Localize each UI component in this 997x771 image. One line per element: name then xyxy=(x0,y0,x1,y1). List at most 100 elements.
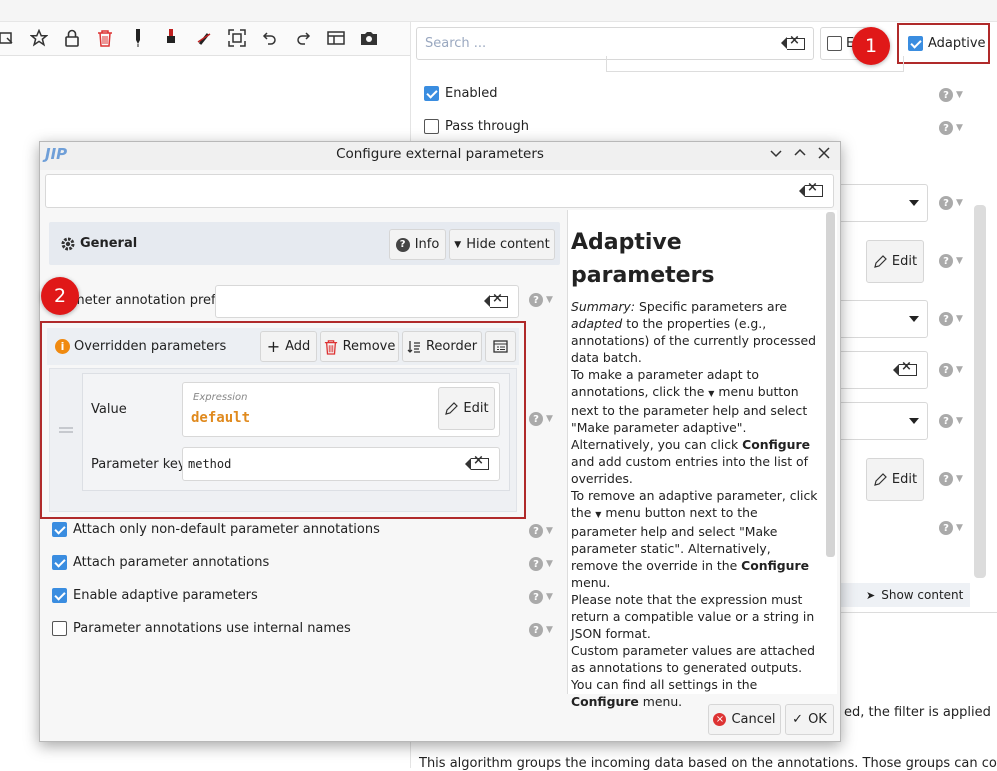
e-checkbox-box[interactable] xyxy=(827,36,842,51)
help-icon: ? xyxy=(529,293,543,307)
drag-handle-icon[interactable] xyxy=(59,427,73,433)
fit-icon[interactable] xyxy=(225,26,249,50)
redo-icon[interactable] xyxy=(291,26,315,50)
right-help-6[interactable]: ? ▼ xyxy=(939,472,963,486)
adaptive-label: Adaptive xyxy=(928,36,986,51)
edit-label: Edit xyxy=(891,254,918,269)
minimize-icon[interactable] xyxy=(770,147,782,159)
general-label: General xyxy=(80,236,138,251)
trash-icon xyxy=(324,339,337,355)
enabled-row[interactable]: Enabled xyxy=(424,86,498,101)
enable-adaptive-row[interactable]: Enable adaptive parameters xyxy=(52,588,258,603)
internal-names-checkbox[interactable] xyxy=(52,621,67,636)
select-icon[interactable] xyxy=(0,26,18,50)
warning-icon: i xyxy=(55,339,70,354)
override-help[interactable]: ? ▼ xyxy=(529,412,553,426)
help-scrollbar[interactable] xyxy=(826,212,835,557)
dialog-search-input[interactable] xyxy=(45,174,834,208)
right-edit-button-1[interactable]: Edit xyxy=(866,240,924,283)
clear-field-icon[interactable] xyxy=(893,359,917,376)
help-icon: ? xyxy=(939,254,953,268)
enable-adaptive-checkbox[interactable] xyxy=(52,588,67,603)
remove-button[interactable]: Remove xyxy=(320,331,399,362)
cb4-help[interactable]: ? ▼ xyxy=(529,623,553,637)
pass-through-row[interactable]: Pass through xyxy=(424,119,529,134)
help-icon: ? xyxy=(939,88,953,102)
lock-icon[interactable] xyxy=(60,26,84,50)
clear-search-icon[interactable] xyxy=(781,33,805,50)
pen-icon[interactable] xyxy=(126,26,150,50)
ok-button[interactable]: ✓ OK xyxy=(785,704,834,735)
param-key-input[interactable]: method xyxy=(182,447,500,481)
clear-param-key-icon[interactable] xyxy=(465,453,489,470)
pass-through-help[interactable]: ? ▼ xyxy=(939,121,963,135)
overridden-label: Overridden parameters xyxy=(74,339,227,354)
remove-label: Remove xyxy=(342,339,396,354)
attach-non-default-checkbox[interactable] xyxy=(52,522,67,537)
right-edit-button-2[interactable]: Edit xyxy=(866,458,924,501)
right-text-field[interactable] xyxy=(830,351,928,389)
right-help-3[interactable]: ? ▼ xyxy=(939,312,963,326)
adaptive-checkbox[interactable] xyxy=(908,36,923,51)
partial-field xyxy=(606,56,904,72)
right-help-5[interactable]: ? ▼ xyxy=(939,414,963,428)
help-icon: ? xyxy=(529,524,543,538)
attach-non-default-row[interactable]: Attach only non-default parameter annota… xyxy=(52,522,380,537)
undo-icon[interactable] xyxy=(258,26,282,50)
pencil-icon xyxy=(445,401,459,415)
close-icon[interactable] xyxy=(818,147,830,159)
right-dropdown-3[interactable] xyxy=(830,402,928,440)
right-help-1[interactable]: ? ▼ xyxy=(939,196,963,210)
maximize-icon[interactable] xyxy=(794,147,806,159)
camera-icon[interactable] xyxy=(357,26,381,50)
clear-dialog-search-icon[interactable] xyxy=(799,180,823,197)
expression-value: default xyxy=(191,410,251,426)
star-icon[interactable] xyxy=(27,26,51,50)
hide-content-label: Hide content xyxy=(466,237,550,252)
right-help-4[interactable]: ? ▼ xyxy=(939,363,963,377)
attach-annotations-checkbox[interactable] xyxy=(52,555,67,570)
chevron-down-icon: ▼ xyxy=(546,559,553,569)
cb2-help[interactable]: ? ▼ xyxy=(529,557,553,571)
hide-content-button[interactable]: ▼ Hide content xyxy=(449,229,555,260)
list-view-button[interactable] xyxy=(485,331,516,362)
chevron-down-icon: ▼ xyxy=(956,474,963,484)
erase-icon[interactable] xyxy=(192,26,216,50)
trash-icon[interactable] xyxy=(93,26,117,50)
info-button[interactable]: ? Info xyxy=(389,229,446,260)
cancel-icon: × xyxy=(713,713,727,726)
right-scrollbar[interactable] xyxy=(974,205,986,578)
chevron-down-icon: ▼ xyxy=(956,523,963,533)
prefix-input[interactable] xyxy=(215,285,519,318)
show-content-bar[interactable]: ➤ Show content xyxy=(836,583,970,607)
help-text: menu. xyxy=(571,575,611,590)
cb3-help[interactable]: ? ▼ xyxy=(529,590,553,604)
cancel-label: Cancel xyxy=(731,712,776,727)
cancel-button[interactable]: × Cancel xyxy=(708,704,781,735)
clear-prefix-icon[interactable] xyxy=(484,291,508,308)
chevron-down-icon: ▼ xyxy=(956,198,963,208)
prefix-help[interactable]: ? ▼ xyxy=(529,293,553,307)
enabled-checkbox[interactable] xyxy=(424,86,439,101)
help-icon: ? xyxy=(529,412,543,426)
expression-caption: Expression xyxy=(193,392,248,403)
attach-annotations-row[interactable]: Attach parameter annotations xyxy=(52,555,269,570)
add-button[interactable]: + Add xyxy=(260,331,317,362)
right-dropdown-1[interactable] xyxy=(830,184,928,222)
enabled-help[interactable]: ? ▼ xyxy=(939,88,963,102)
pass-through-checkbox[interactable] xyxy=(424,119,439,134)
help-icon: ? xyxy=(939,121,953,135)
right-dropdown-2[interactable] xyxy=(830,300,928,338)
reorder-button[interactable]: Reorder xyxy=(402,331,482,362)
cb1-help[interactable]: ? ▼ xyxy=(529,524,553,538)
internal-names-row[interactable]: Parameter annotations use internal names xyxy=(52,621,351,636)
right-help-2[interactable]: ? ▼ xyxy=(939,254,963,268)
layout-icon[interactable] xyxy=(324,26,348,50)
pass-through-label: Pass through xyxy=(445,119,529,134)
help-icon: ? xyxy=(939,472,953,486)
help-icon: ? xyxy=(529,557,543,571)
brush-icon[interactable] xyxy=(159,26,183,50)
expression-edit-button[interactable]: Edit xyxy=(438,387,495,430)
window-controls xyxy=(770,147,830,159)
right-help-7[interactable]: ? ▼ xyxy=(939,521,963,535)
